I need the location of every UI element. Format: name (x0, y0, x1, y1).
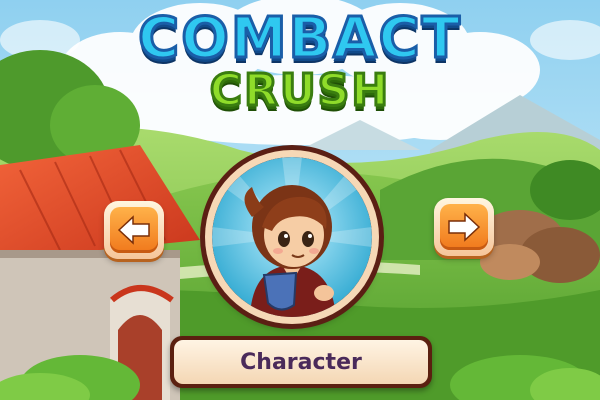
character-portrait[interactable] (205, 150, 379, 324)
character-portrait-frame (212, 157, 372, 317)
previous-character-button[interactable] (104, 201, 164, 259)
character-button[interactable]: Character (170, 336, 432, 388)
arrow-right-icon (440, 204, 488, 250)
character-avatar (212, 157, 372, 317)
next-character-button[interactable] (434, 198, 494, 256)
arrow-left-icon (110, 207, 158, 253)
character-button-face: Character (174, 340, 428, 384)
character-button-label: Character (240, 349, 362, 375)
